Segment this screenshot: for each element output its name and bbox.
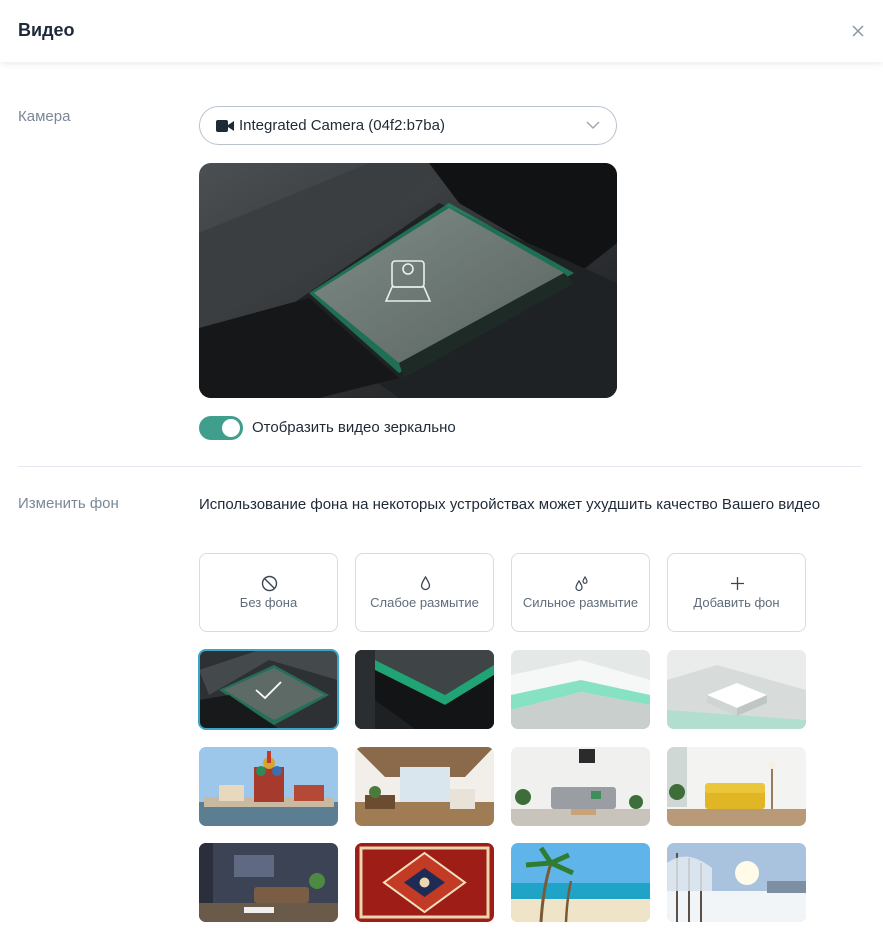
background-thumbnail-light-green-1[interactable] <box>511 650 650 729</box>
camera-preview <box>199 163 617 398</box>
background-thumbnail-moscow[interactable] <box>199 747 338 826</box>
option-light-blur[interactable]: Слабое размытие <box>355 553 494 632</box>
option-label: Сильное размытие <box>522 595 639 610</box>
toggle-knob <box>222 419 240 437</box>
background-thumbnail-grey-sofa-room[interactable] <box>511 747 650 826</box>
option-no-background[interactable]: Без фона <box>199 553 338 632</box>
option-strong-blur[interactable]: Сильное размытие <box>511 553 650 632</box>
mirror-video-label: Отобразить видео зеркально <box>252 419 456 436</box>
chevron-down-icon <box>586 121 600 129</box>
section-divider <box>18 466 861 467</box>
dialog-header: Видео <box>0 0 883 62</box>
option-label: Слабое размытие <box>370 595 479 610</box>
background-thumbnail-dark-green-1[interactable] <box>198 649 339 730</box>
background-thumbnail-loft-room[interactable] <box>355 747 494 826</box>
no-background-icon <box>261 575 278 592</box>
option-label: Добавить фон <box>693 595 780 610</box>
background-thumbnail-carpet[interactable] <box>355 843 494 922</box>
camera-section-label: Камера <box>18 108 71 125</box>
background-section-label: Изменить фон <box>18 495 119 512</box>
dialog-title: Видео <box>18 20 75 40</box>
background-thumbnail-palm-beach[interactable] <box>511 843 650 922</box>
camera-select-value: Integrated Camera (04f2:b7ba) <box>239 117 445 134</box>
background-thumbnail-dark-living-room[interactable] <box>199 843 338 922</box>
drops-icon <box>575 575 588 592</box>
camera-select[interactable]: Integrated Camera (04f2:b7ba) <box>199 106 617 145</box>
background-thumbnail-dark-green-2[interactable] <box>355 650 494 729</box>
video-camera-icon <box>216 120 234 132</box>
background-thumbnail-yellow-sofa-room[interactable] <box>667 747 806 826</box>
drop-icon <box>420 575 431 591</box>
option-label: Без фона <box>239 595 298 610</box>
close-icon[interactable] <box>847 20 869 42</box>
plus-icon <box>731 577 744 590</box>
mirror-video-toggle[interactable] <box>199 416 243 440</box>
background-thumbnail-light-green-2[interactable] <box>667 650 806 729</box>
option-add-background[interactable]: Добавить фон <box>667 553 806 632</box>
background-notice: Использование фона на некоторых устройст… <box>199 496 821 513</box>
background-thumbnail-winter-forest[interactable] <box>667 843 806 922</box>
